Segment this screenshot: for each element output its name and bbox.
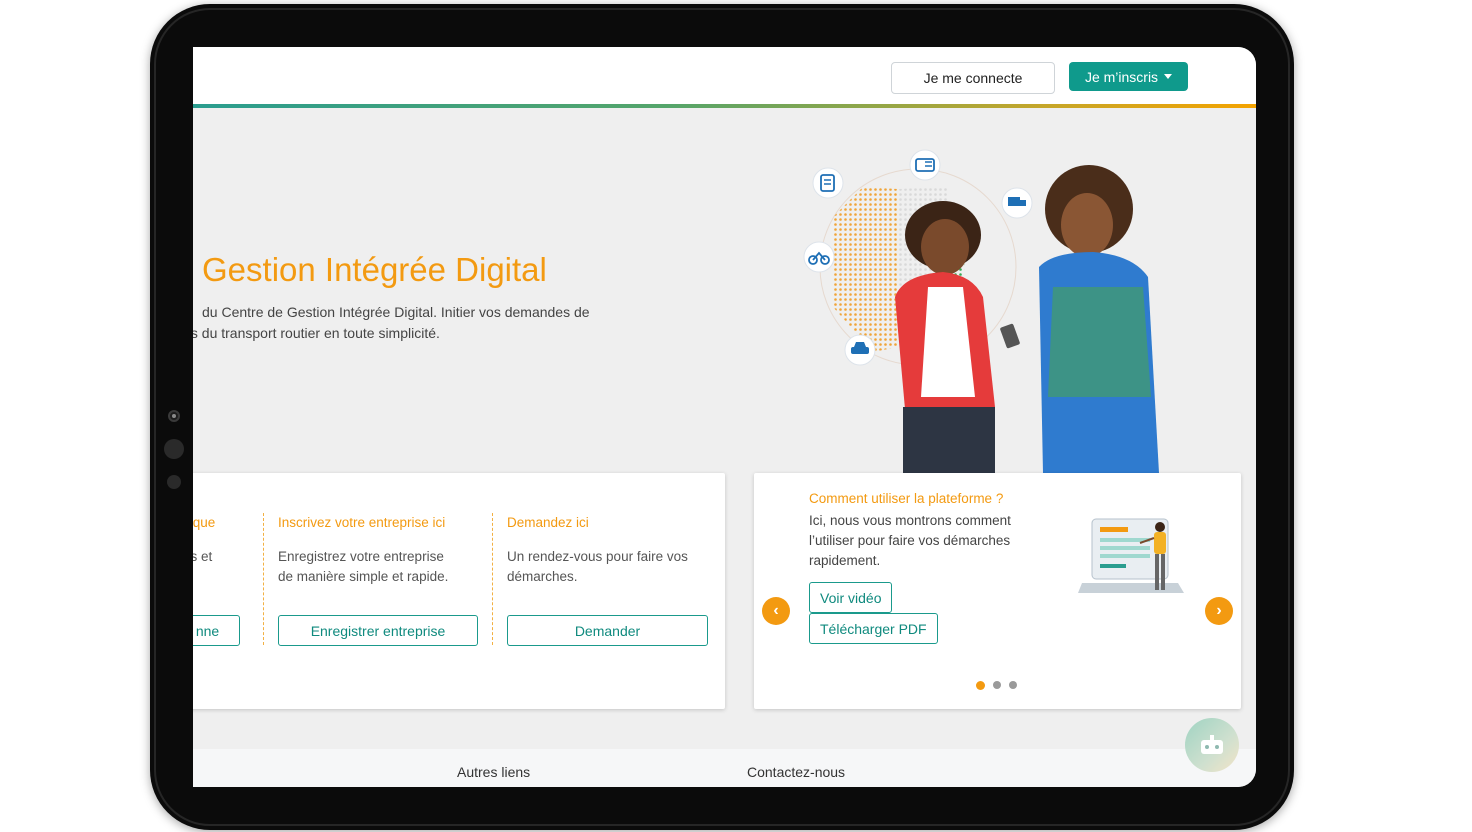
download-pdf-button[interactable]: Télécharger PDF: [809, 613, 938, 644]
top-navbar: Je me connecte Je m’inscris: [193, 47, 1256, 104]
signup-dropdown-button[interactable]: Je m’inscris: [1069, 62, 1188, 91]
document-icon: [812, 167, 844, 199]
chevron-right-icon: ›: [1216, 602, 1222, 619]
carousel-dot[interactable]: [976, 681, 985, 690]
column-divider: [263, 513, 264, 645]
login-label: Je me connecte: [923, 70, 1023, 86]
signup-label: Je m’inscris: [1084, 68, 1159, 85]
carousel-dot[interactable]: [993, 681, 1001, 689]
service-desc-line: es et: [193, 549, 213, 564]
footer-link-autres-liens[interactable]: Autres liens: [457, 764, 530, 780]
motorcycle-icon: [803, 241, 835, 273]
hero-subtitle: du Centre de Gestion Intégrée Digital. I…: [193, 302, 607, 344]
service-description: Un rendez-vous pour faire vos démarches.: [507, 547, 688, 587]
chevron-left-icon: ‹: [773, 602, 779, 619]
services-card: sique es et nne Inscrivez votre entrepri…: [193, 473, 725, 709]
id-card-icon: [909, 149, 941, 181]
service-description: es et: [193, 547, 212, 567]
carousel-dot[interactable]: [1009, 681, 1017, 689]
tutorial-text: Ici, nous vous montrons comment l’utilis…: [809, 513, 1011, 568]
truck-icon: [1001, 187, 1033, 219]
header-gradient-line: [193, 104, 1256, 108]
sensor: [164, 439, 184, 459]
chatbot-button[interactable]: [1185, 718, 1239, 772]
service-desc-line: démarches.: [507, 569, 578, 584]
robot-icon: [1201, 735, 1223, 754]
sensor: [167, 475, 181, 489]
carousel-next-button[interactable]: ›: [1205, 597, 1233, 625]
service-desc-line: de manière simple et rapide.: [278, 569, 449, 584]
service-column: Demandez ici Un rendez-vous pour faire v…: [507, 473, 717, 709]
footer: Autres liens Contactez-nous: [193, 749, 1256, 787]
request-button[interactable]: Demander: [507, 615, 708, 646]
service-title: Inscrivez votre entreprise ici: [278, 515, 446, 530]
service-button-label: Enregistrer entreprise: [310, 622, 446, 639]
register-company-button[interactable]: Enregistrer entreprise: [278, 615, 478, 646]
caret-down-icon: [1164, 74, 1173, 79]
footer-link-contact[interactable]: Contactez-nous: [747, 764, 845, 780]
service-button-label: nne: [195, 622, 220, 639]
service-column: sique es et nne: [193, 473, 263, 709]
hero-title: Gestion Intégrée Digital: [202, 251, 547, 288]
service-description: Enregistrez votre entreprise de manière …: [278, 547, 448, 587]
hero-subtitle-line: du Centre de Gestion Intégrée Digital. I…: [202, 304, 590, 320]
watch-video-button[interactable]: Voir vidéo: [809, 582, 893, 613]
carousel-indicators: [976, 681, 1017, 690]
carousel-prev-button[interactable]: ‹: [762, 597, 790, 625]
screen: Je me connecte Je m’inscris Gestion Inté…: [193, 47, 1256, 787]
service-desc-line: Un rendez-vous pour faire vos: [507, 549, 688, 564]
service-button[interactable]: nne: [193, 615, 240, 646]
service-button-label: Demander: [574, 622, 641, 639]
service-column: Inscrivez votre entreprise ici Enregistr…: [278, 473, 488, 709]
car-icon: [844, 334, 876, 366]
column-divider: [492, 513, 493, 645]
service-desc-line: Enregistrez votre entreprise: [278, 549, 444, 564]
service-title: sique: [193, 515, 216, 530]
login-button[interactable]: Je me connecte: [891, 62, 1055, 94]
service-title: Demandez ici: [507, 515, 589, 530]
tutorial-title: Comment utiliser la plateforme ?: [809, 491, 1004, 506]
tutorial-carousel-card: Comment utiliser la plateforme ? Ici, no…: [754, 473, 1241, 709]
download-pdf-label: Télécharger PDF: [820, 620, 927, 637]
hero-illustration: [803, 149, 1159, 473]
watch-video-label: Voir vidéo: [820, 589, 882, 606]
laptop-presentation-illustration: [1078, 518, 1184, 593]
hero-subtitle-line: fs du transport routier en toute simplic…: [193, 325, 440, 341]
camera: [168, 410, 180, 422]
